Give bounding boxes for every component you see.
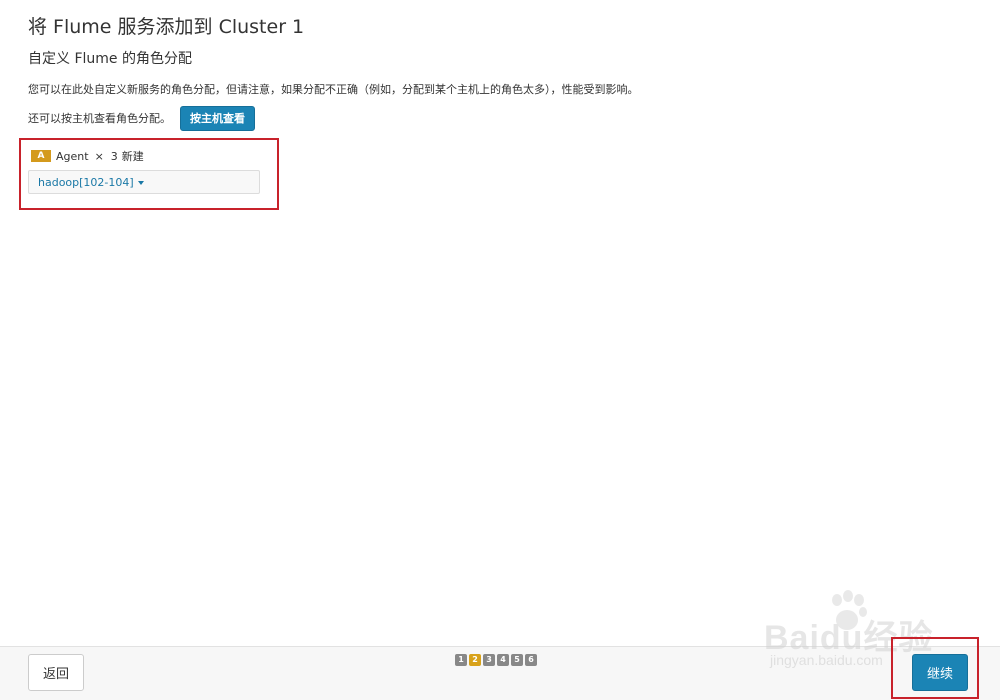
continue-highlight-box (891, 637, 979, 699)
baidu-paw-icon (832, 590, 867, 630)
role-name: Agent (56, 149, 89, 163)
step-1: 1 (455, 654, 467, 666)
page-subtitle: 自定义 Flume 的角色分配 (28, 51, 192, 67)
back-button[interactable]: 返回 (28, 654, 84, 691)
step-5: 5 (511, 654, 523, 666)
role-status: 新建 (121, 150, 144, 163)
host-select-dropdown[interactable]: hadoop[102-104] (28, 170, 260, 194)
role-count: 3 (110, 149, 118, 163)
role-header: A Agent × 3 新建 (31, 149, 144, 163)
role-badge: A (31, 150, 51, 162)
view-by-host-button[interactable]: 按主机查看 (180, 105, 255, 131)
step-4: 4 (497, 654, 509, 666)
host-select-value: hadoop[102-104] (38, 175, 134, 189)
step-3: 3 (483, 654, 495, 666)
host-view-row: 还可以按主机查看角色分配。 按主机查看 (28, 105, 255, 131)
host-view-text: 还可以按主机查看角色分配。 (28, 112, 171, 125)
step-2: 2 (469, 654, 481, 666)
role-times: × (94, 149, 104, 163)
step-6: 6 (525, 654, 537, 666)
caret-down-icon (137, 180, 144, 185)
step-indicator: 123456 (455, 654, 539, 666)
assignment-notice: 您可以在此处自定义新服务的角色分配，但请注意，如果分配不正确（例如，分配到某个主… (28, 83, 639, 96)
page-title: 将 Flume 服务添加到 Cluster 1 (28, 16, 305, 38)
